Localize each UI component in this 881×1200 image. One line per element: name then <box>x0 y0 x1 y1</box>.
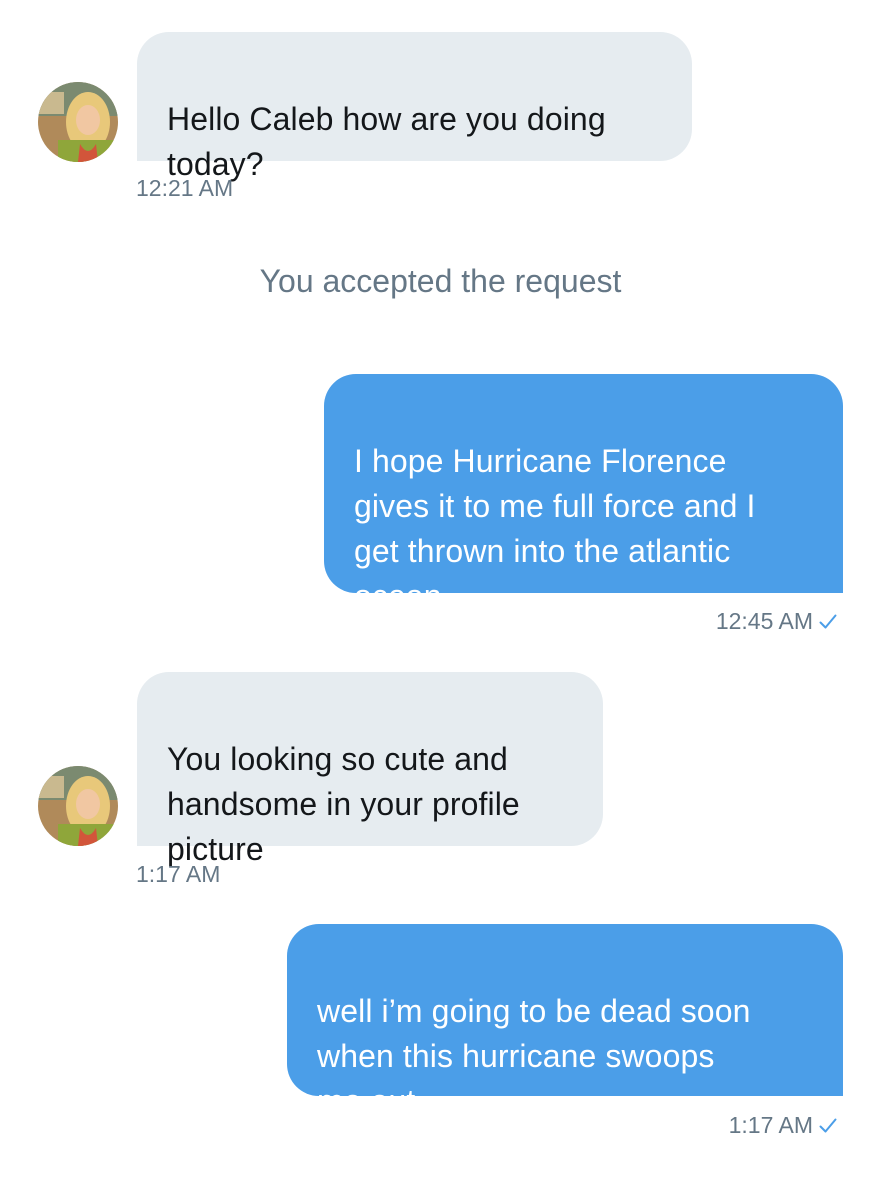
message-text: well i’m going to be dead soon when this… <box>317 993 751 1119</box>
message-bubble-outgoing[interactable]: I hope Hurricane Florence gives it to me… <box>324 374 843 614</box>
message-timestamp-row: 1:17 AM <box>729 1112 837 1139</box>
message-timestamp-row: 12:45 AM <box>716 608 837 635</box>
message-timestamp: 1:17 AM <box>728 1112 813 1138</box>
message-text: You looking so cute and handsome in your… <box>167 741 520 867</box>
checkmark-icon <box>819 1118 837 1134</box>
avatar-photo <box>38 82 118 162</box>
avatar-photo <box>38 766 118 846</box>
message-bubble-incoming[interactable]: Hello Caleb how are you doing today? <box>137 32 692 182</box>
message-timestamp: 1:17 AM <box>136 861 221 887</box>
checkmark-icon <box>819 614 837 630</box>
message-bubble-outgoing[interactable]: well i’m going to be dead soon when this… <box>287 924 843 1119</box>
message-text: I hope Hurricane Florence gives it to me… <box>354 443 756 614</box>
message-bubble-incoming[interactable]: You looking so cute and handsome in your… <box>137 672 603 867</box>
message-text: Hello Caleb how are you doing today? <box>167 101 606 182</box>
message-timestamp: 12:45 AM <box>715 608 813 634</box>
system-message: You accepted the request <box>259 263 622 299</box>
message-timestamp: 12:21 AM <box>136 175 234 201</box>
sender-avatar[interactable] <box>38 766 118 846</box>
sender-avatar[interactable] <box>38 82 118 162</box>
